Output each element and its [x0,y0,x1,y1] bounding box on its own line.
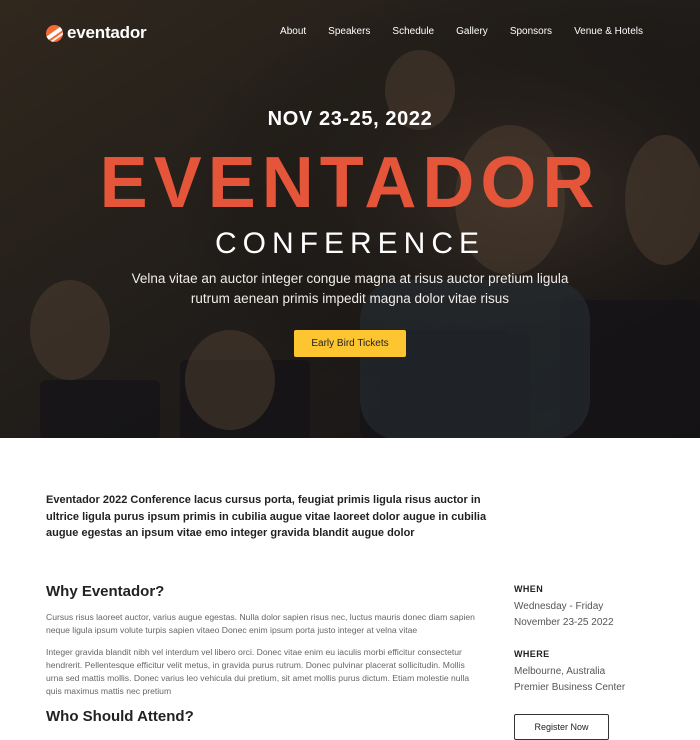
when-dates: November 23-25 2022 [514,617,614,628]
where-city: Melbourne, Australia [514,666,606,677]
why-paragraph-1: Cursus risus laoreet auctor, varius augu… [46,612,475,635]
hero-subtitle: CONFERENCE [214,227,485,260]
logo-text: eventador [67,23,147,42]
intro-text: Eventador 2022 Conference lacus cursus p… [46,494,487,539]
hero-title: EVENTADOR [99,143,601,223]
where-label: WHERE [514,649,550,659]
why-heading: Why Eventador? [46,583,165,600]
top-nav: eventador About Speakers Schedule Galler… [0,0,700,64]
logo-icon [46,24,63,42]
main-content: Why Eventador? Cursus risus laoreet auct… [46,583,476,736]
logo[interactable]: eventador [46,23,147,43]
where-venue: Premier Business Center [514,682,626,693]
where-block: WHERE Melbourne, Australia Premier Busin… [514,649,664,696]
when-days: Wednesday - Friday [514,601,604,612]
when-label: WHEN [514,584,544,594]
nav-link-venue-hotels[interactable]: Venue & Hotels [574,26,643,37]
nav-link-speakers[interactable]: Speakers [328,26,370,37]
nav-links: About Speakers Schedule Gallery Sponsors… [280,26,643,37]
nav-link-gallery[interactable]: Gallery [456,26,488,37]
nav-link-about[interactable]: About [280,26,306,37]
register-now-button[interactable]: Register Now [514,714,609,740]
nav-link-sponsors[interactable]: Sponsors [510,26,552,37]
who-heading: Who Should Attend? [46,708,194,725]
hero-section: eventador About Speakers Schedule Galler… [0,0,700,438]
nav-link-schedule[interactable]: Schedule [392,26,434,37]
hero-description: Velna vitae an auctor integer congue mag… [131,271,569,306]
early-bird-tickets-button[interactable]: Early Bird Tickets [294,330,406,357]
when-block: WHEN Wednesday - Friday November 23-25 2… [514,584,664,631]
event-date: NOV 23-25, 2022 [267,108,433,130]
event-sidebar: WHEN Wednesday - Friday November 23-25 2… [514,584,664,740]
why-paragraph-2: Integer gravida blandit nibh vel interdu… [46,647,470,696]
